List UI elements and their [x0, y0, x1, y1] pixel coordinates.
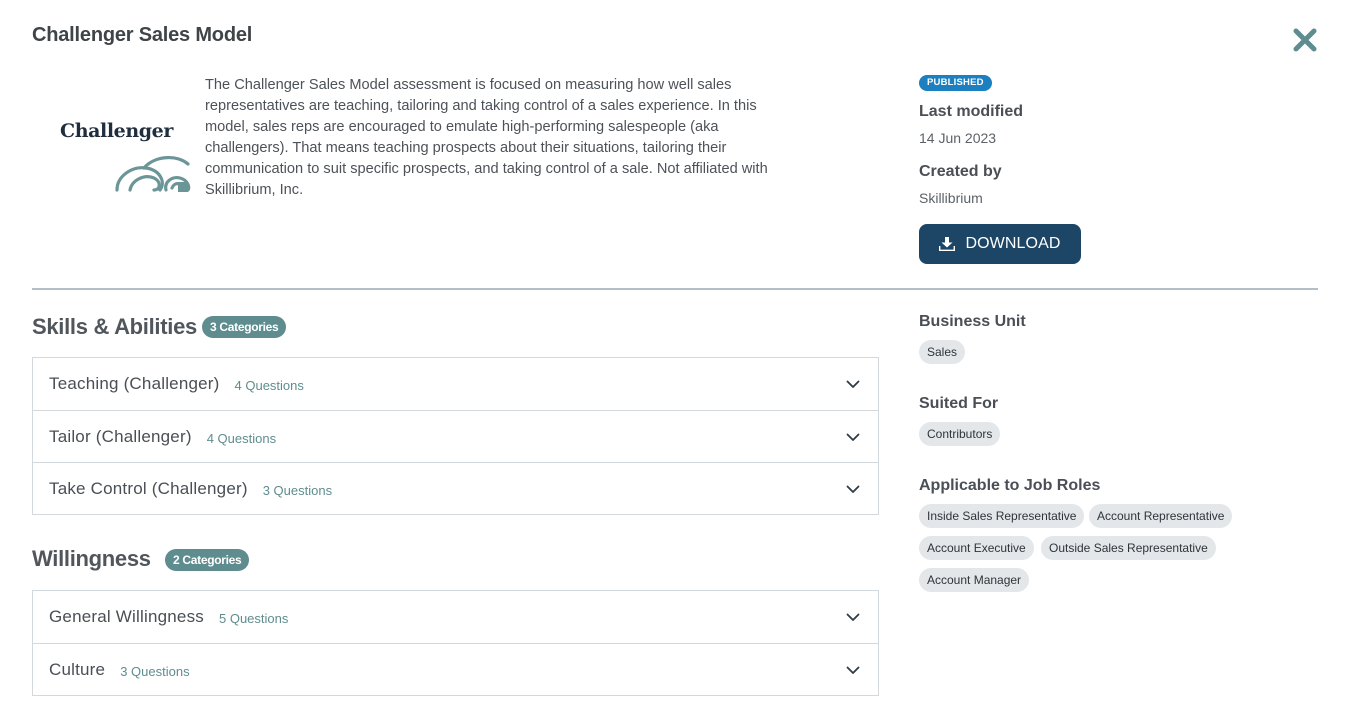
job-role-tag: Account Executive — [919, 536, 1034, 560]
suited-for-label: Suited For — [919, 395, 999, 412]
last-modified-label: Last modified — [919, 103, 1024, 120]
created-by-label: Created by — [919, 163, 1002, 180]
logo-swirl-icon — [115, 156, 191, 192]
modal-title: Challenger Sales Model — [32, 24, 253, 46]
section-title-skills: Skills & Abilities — [32, 314, 197, 339]
created-by-value: Skillibrium — [919, 190, 983, 206]
status-badge: PUBLISHED — [919, 75, 992, 91]
category-name: General Willingness — [49, 607, 204, 626]
chevron-down-icon — [846, 433, 860, 441]
job-role-tag: Outside Sales Representative — [1041, 536, 1216, 560]
accordion-item-tailor[interactable]: Tailor (Challenger) 4 Questions — [33, 410, 878, 462]
job-roles-label: Applicable to Job Roles — [919, 477, 1101, 494]
skills-accordion: Teaching (Challenger) 4 Questions Tailor… — [32, 357, 879, 515]
section-title-willingness: Willingness — [32, 546, 151, 571]
accordion-item-teaching[interactable]: Teaching (Challenger) 4 Questions — [33, 358, 878, 410]
category-name: Teaching (Challenger) — [49, 374, 220, 393]
logo-wordmark: Challenger — [60, 120, 173, 142]
category-name: Culture — [49, 659, 106, 679]
accordion-item-general-willingness[interactable]: General Willingness 5 Questions — [33, 591, 878, 643]
close-button[interactable] — [1291, 26, 1319, 54]
category-name: Take Control (Challenger) — [49, 478, 248, 498]
category-count-badge: 2 Categories — [165, 549, 250, 571]
willingness-accordion: General Willingness 5 Questions Culture … — [32, 590, 879, 696]
question-count: 4 Questions — [234, 378, 304, 393]
assessment-logo: Challenger — [54, 118, 194, 194]
chevron-down-icon — [846, 485, 860, 493]
chevron-down-icon — [846, 380, 860, 388]
chevron-down-icon — [846, 666, 860, 674]
job-role-tag: Inside Sales Representative — [919, 504, 1085, 528]
category-name: Tailor (Challenger) — [49, 426, 192, 446]
download-button-label: DOWNLOAD — [965, 235, 1061, 252]
job-role-tag: Account Representative — [1089, 504, 1233, 528]
close-icon — [1293, 28, 1317, 52]
accordion-item-take-control[interactable]: Take Control (Challenger) 3 Questions — [33, 462, 878, 514]
question-count: 3 Questions — [262, 482, 333, 498]
business-unit-tag: Sales — [919, 340, 966, 364]
assessment-description: The Challenger Sales Model assessment is… — [205, 77, 768, 198]
question-count: 3 Questions — [120, 663, 190, 679]
question-count: 4 Questions — [206, 430, 277, 446]
chevron-down-icon — [846, 613, 860, 621]
category-count-badge: 3 Categories — [202, 316, 287, 338]
accordion-item-culture[interactable]: Culture 3 Questions — [33, 643, 878, 695]
download-button[interactable]: DOWNLOAD — [919, 224, 1081, 264]
business-unit-label: Business Unit — [919, 313, 1026, 330]
job-role-tag: Account Manager — [919, 568, 1030, 592]
question-count: 5 Questions — [218, 611, 289, 626]
download-icon — [939, 237, 956, 251]
suited-for-tag: Contributors — [919, 422, 1001, 446]
last-modified-value: 14 Jun 2023 — [919, 130, 997, 146]
header-divider — [32, 288, 1318, 290]
